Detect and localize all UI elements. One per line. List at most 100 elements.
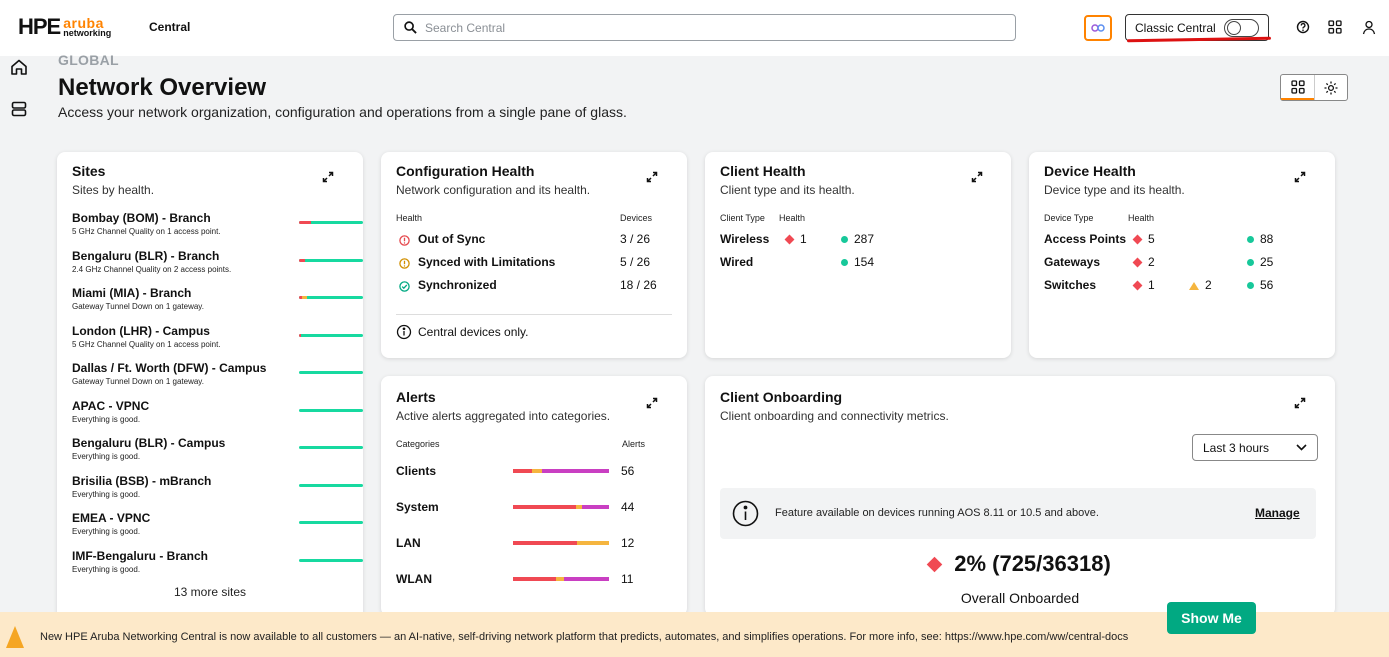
critical-diamond-icon — [1132, 257, 1143, 268]
classic-central-label: Classic Central — [1135, 20, 1216, 35]
feature-info-text: Feature available on devices running AOS… — [775, 507, 1099, 519]
site-row[interactable]: Bengaluru (BLR) - Branch 2.4 GHz Channel … — [72, 249, 363, 274]
healthy-dot-icon — [841, 236, 848, 244]
site-row[interactable]: Miami (MIA) - Branch Gateway Tunnel Down … — [72, 286, 363, 311]
top-header: HPE aruba networking Central Classic Cen… — [0, 0, 1389, 56]
col-devices: Devices — [620, 213, 653, 223]
alert-severity-bar — [513, 505, 609, 509]
app-name: Central — [149, 20, 191, 34]
site-row[interactable]: IMF-Bengaluru - Branch Everything is good… — [72, 549, 363, 574]
config-status-count: 3 / 26 — [620, 232, 651, 246]
site-status: Everything is good. — [72, 414, 141, 424]
device-type-label[interactable]: Access Points — [1044, 232, 1126, 246]
customize-button[interactable] — [1314, 75, 1347, 100]
banner-text: New HPE Aruba Networking Central is now … — [40, 631, 1129, 643]
alert-bar-segment — [513, 469, 533, 473]
stack-icon[interactable] — [10, 100, 28, 118]
alert-count: 11 — [621, 572, 634, 586]
col-alerts: Alerts — [622, 439, 646, 449]
config-status-count: 5 / 26 — [620, 255, 651, 269]
site-row[interactable]: Dallas / Ft. Worth (DFW) - Campus Gateway… — [72, 361, 363, 386]
info-icon — [396, 324, 412, 340]
logo-networking: networking — [63, 28, 112, 38]
logo-brand: HPE — [18, 14, 61, 39]
device-health-subtitle: Device type and its health. — [1044, 183, 1185, 197]
grid-view-button[interactable] — [1281, 75, 1314, 100]
col-health: Health — [396, 213, 423, 223]
hpe-aruba-logo[interactable]: HPE aruba networking — [18, 14, 111, 40]
ai-assistant-button[interactable] — [1084, 15, 1112, 41]
expand-icon[interactable] — [1294, 171, 1306, 183]
alert-category-label[interactable]: Clients — [396, 464, 436, 478]
config-status-label[interactable]: Synced with Limitations — [418, 255, 555, 269]
chevron-down-icon — [1296, 444, 1307, 451]
client-bad-count[interactable]: 1 — [784, 232, 807, 246]
client-type-label[interactable]: Wired — [720, 255, 753, 269]
client-good-count[interactable]: 154 — [841, 255, 874, 269]
home-icon[interactable] — [10, 58, 28, 76]
device-good-count[interactable]: 56 — [1247, 278, 1273, 292]
col-device-type: Device Type — [1044, 213, 1094, 223]
onboarded-metric: 2% (725/36318) — [954, 551, 1111, 576]
health-bad-segment — [299, 333, 301, 337]
page-subtitle: Access your network organization, config… — [58, 104, 627, 120]
site-row[interactable]: London (LHR) - Campus 5 GHz Channel Quali… — [72, 324, 363, 349]
client-good-count[interactable]: 287 — [841, 232, 874, 246]
expand-icon[interactable] — [322, 171, 334, 183]
config-status-label[interactable]: Out of Sync — [418, 232, 485, 246]
device-type-label[interactable]: Switches — [1044, 278, 1096, 292]
search-box[interactable] — [393, 14, 1016, 41]
expand-icon[interactable] — [646, 397, 658, 409]
device-bad-count[interactable]: 2 — [1132, 255, 1155, 269]
device-warn-count[interactable]: 2 — [1189, 278, 1212, 292]
alert-category-label[interactable]: System — [396, 500, 439, 514]
critical-diamond-icon — [1132, 280, 1143, 291]
healthy-dot-icon — [1247, 236, 1254, 244]
help-icon[interactable] — [1295, 19, 1311, 35]
apps-grid-icon[interactable] — [1327, 19, 1343, 35]
device-good-count[interactable]: 88 — [1247, 232, 1273, 246]
site-health-bar — [299, 408, 363, 412]
alert-category-label[interactable]: WLAN — [396, 572, 432, 586]
site-health-bar — [299, 446, 363, 449]
alert-count: 44 — [621, 500, 635, 514]
sites-title: Sites — [72, 163, 106, 179]
device-bad-count[interactable]: 5 — [1132, 232, 1155, 246]
onboarding-subtitle: Client onboarding and connectivity metri… — [720, 409, 949, 423]
show-me-button[interactable]: Show Me — [1167, 602, 1256, 634]
client-type-label[interactable]: Wireless — [720, 232, 769, 246]
expand-icon[interactable] — [1294, 397, 1306, 409]
site-status: 2.4 GHz Channel Quality on 2 access poin… — [72, 264, 232, 274]
device-type-label[interactable]: Gateways — [1044, 255, 1100, 269]
user-icon[interactable] — [1361, 19, 1377, 35]
manage-link[interactable]: Manage — [1255, 506, 1300, 520]
expand-icon[interactable] — [971, 171, 983, 183]
sites-subtitle: Sites by health. — [72, 183, 155, 197]
site-row[interactable]: Bombay (BOM) - Branch 5 GHz Channel Quali… — [72, 211, 363, 236]
client-onboarding-card: Client Onboarding Client onboarding and … — [705, 376, 1335, 616]
col-client-type: Client Type — [720, 213, 765, 223]
more-sites-link[interactable]: 13 more sites — [57, 585, 363, 599]
device-bad-count[interactable]: 1 — [1132, 278, 1155, 292]
search-input[interactable] — [425, 20, 1015, 35]
alert-severity-bar — [513, 541, 609, 545]
toggle-switch[interactable] — [1223, 18, 1259, 37]
expand-icon[interactable] — [646, 171, 658, 183]
time-range-select[interactable]: Last 3 hours — [1192, 434, 1318, 461]
site-health-bar — [299, 221, 363, 224]
site-row[interactable]: Bengaluru (BLR) - Campus Everything is go… — [72, 436, 363, 461]
alert-category-label[interactable]: LAN — [396, 536, 421, 550]
site-row[interactable]: EMEA - VPNC Everything is good. — [72, 511, 363, 536]
site-health-bar — [299, 258, 363, 262]
site-row[interactable]: Brisilia (BSB) - mBranch Everything is go… — [72, 474, 363, 499]
alert-bar-segment — [513, 577, 557, 581]
device-health-title: Device Health — [1044, 163, 1136, 179]
site-row[interactable]: APAC - VPNC Everything is good. — [72, 399, 363, 424]
device-good-count[interactable]: 25 — [1247, 255, 1273, 269]
config-health-title: Configuration Health — [396, 163, 535, 179]
col-health: Health — [779, 213, 806, 223]
config-status-label[interactable]: Synchronized — [418, 278, 497, 292]
site-status: Everything is good. — [72, 452, 141, 461]
sites-card: Sites Sites by health. Bombay (BOM) - Br… — [57, 152, 363, 622]
alert-severity-bar — [513, 469, 609, 473]
